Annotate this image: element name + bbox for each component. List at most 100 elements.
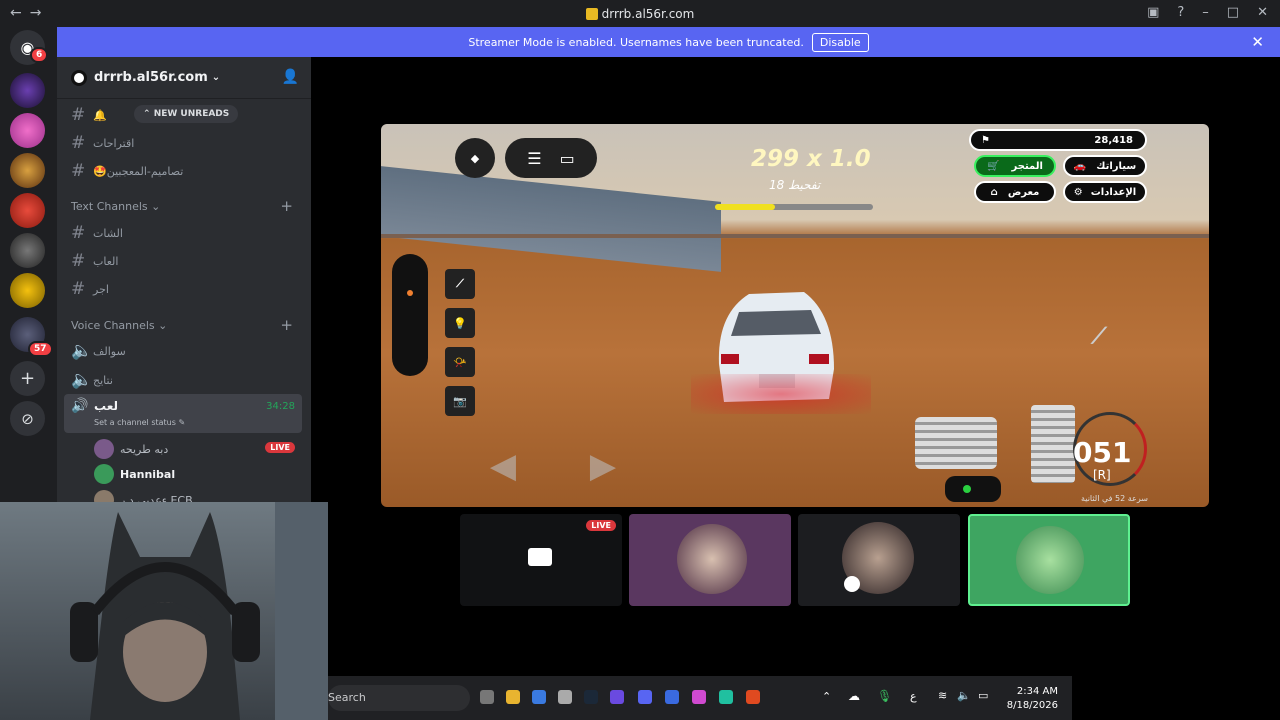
toggle-switch[interactable]: [945, 476, 1001, 502]
text-channels-category[interactable]: Text Channels ⌄ +: [71, 197, 301, 215]
screen-icon: [528, 548, 552, 566]
speaker-active-icon: 🔊: [71, 398, 89, 414]
game-horizon: [381, 234, 1209, 238]
help-icon[interactable]: ?: [1177, 5, 1184, 20]
channel-ajr[interactable]: # اجر: [71, 279, 301, 299]
server-icon-drrrb[interactable]: [10, 273, 45, 308]
horn-icon[interactable]: 📯: [445, 347, 475, 377]
app-icon[interactable]: [692, 690, 706, 704]
volume-icon[interactable]: 🔈: [957, 689, 971, 702]
tile-screen-share[interactable]: LIVE: [460, 514, 622, 606]
wifi-icon[interactable]: ≋: [938, 689, 947, 702]
active-voice-channel[interactable]: 🔊 لعب 34:28 Set a channel status ✎: [64, 394, 302, 433]
close-window-button[interactable]: ✕: [1257, 5, 1268, 20]
server-icon-5[interactable]: [10, 233, 45, 268]
add-channel-icon[interactable]: +: [280, 316, 293, 334]
minimize-button[interactable]: –: [1202, 5, 1209, 20]
voice-channel-chat[interactable]: 🔈 سوالف: [71, 341, 301, 361]
menu-icon[interactable]: ☰: [527, 149, 541, 168]
cloud-icon[interactable]: ☁: [848, 689, 860, 703]
voice-user[interactable]: دبه طريحه: [94, 439, 168, 459]
store-button[interactable]: 🛒 المتجر: [974, 155, 1056, 177]
stream-video[interactable]: ◆ ☰ ▭ 299 x 1.0 تفحيط 18 ⚑ 28,418 🛒 المتجر …: [381, 124, 1209, 507]
hash-icon: #: [71, 105, 86, 125]
handbrake-icon[interactable]: ⟋: [445, 269, 475, 299]
add-channel-icon[interactable]: +: [280, 197, 293, 215]
slider-knob[interactable]: [407, 290, 413, 296]
server-header[interactable]: drrrb.al56r.com ⌄ 👤: [57, 57, 311, 99]
site-icon: [585, 8, 598, 20]
brake-pedal[interactable]: [915, 417, 997, 469]
tile-participant-2[interactable]: [629, 514, 791, 606]
showroom-button[interactable]: ⌂ معرض: [974, 181, 1056, 203]
steam-icon[interactable]: [584, 690, 598, 704]
server-icon-3[interactable]: [10, 153, 45, 188]
light-icon[interactable]: 💡: [445, 308, 475, 338]
gas-pedal[interactable]: [1031, 405, 1075, 483]
explore-button[interactable]: ⊘: [10, 401, 45, 436]
throttle-slider[interactable]: [392, 254, 428, 376]
tile-participant-speaking[interactable]: [968, 514, 1130, 606]
hash-icon: #: [71, 251, 86, 271]
tile-participant-3[interactable]: [798, 514, 960, 606]
server-icon-1[interactable]: [10, 73, 45, 108]
inbox-icon[interactable]: ▣: [1147, 5, 1159, 20]
avatar: [677, 524, 747, 594]
home-badge: 6: [30, 47, 49, 63]
live-badge: LIVE: [265, 442, 295, 453]
channel-fan-designs[interactable]: # 🤩تصاميم-المعجبين: [71, 161, 301, 181]
window-title: drrrb.al56r.com: [0, 7, 1280, 21]
voice-channels-category[interactable]: Voice Channels ⌄ +: [71, 316, 301, 334]
chat-icon[interactable]: ▭: [560, 149, 575, 168]
hash-icon: #: [71, 133, 86, 153]
voice-channel-results[interactable]: 🔈 نتايج: [71, 370, 301, 390]
roblox-icon[interactable]: ◆: [455, 138, 495, 178]
showroom-icon: ⌂: [990, 186, 998, 198]
menu-chat-buttons[interactable]: ☰ ▭: [505, 138, 597, 178]
channel-games[interactable]: # العاب: [71, 251, 301, 271]
clock[interactable]: 2:34 AM 8/18/2026: [1007, 685, 1058, 713]
maximize-button[interactable]: □: [1227, 5, 1239, 20]
taskbar-search[interactable]: Search: [328, 685, 470, 711]
new-unreads-pill[interactable]: ⌃ NEW UNREADS: [134, 105, 239, 123]
channel-chat[interactable]: # الشات: [71, 223, 301, 243]
steer-right-icon[interactable]: ▶: [581, 444, 625, 488]
drift-progress-fill: [715, 204, 776, 210]
app-icon[interactable]: [610, 690, 624, 704]
file-explorer-icon[interactable]: [506, 690, 520, 704]
app-icon[interactable]: [665, 690, 679, 704]
task-view-icon[interactable]: [480, 690, 494, 704]
live-badge: LIVE: [586, 520, 616, 531]
brave-icon[interactable]: [746, 690, 760, 704]
cars-button[interactable]: 🚗 سياراتك: [1063, 155, 1147, 177]
camera-icon[interactable]: 📷: [445, 386, 475, 416]
channel-status[interactable]: Set a channel status ✎: [94, 418, 185, 427]
app-icon[interactable]: [558, 690, 572, 704]
hash-icon: #: [71, 223, 86, 243]
battery-icon[interactable]: ▭: [978, 689, 988, 702]
avatar: [94, 490, 114, 502]
voice-user[interactable]: Hannibal: [94, 464, 175, 484]
server-icon-fastboost[interactable]: [10, 113, 45, 148]
microphone-icon[interactable]: 🎙: [877, 689, 892, 703]
language-indicator[interactable]: ع: [910, 690, 917, 703]
speaker-icon: 🔈: [71, 341, 93, 361]
gear-readout: [R]: [1093, 468, 1111, 482]
store-icon[interactable]: [532, 690, 546, 704]
cart-icon: 🛒: [987, 160, 1000, 172]
disable-button[interactable]: Disable: [811, 32, 869, 52]
discord-icon[interactable]: [638, 690, 652, 704]
tray-chevron-icon[interactable]: ⌃: [822, 690, 831, 703]
settings-button[interactable]: ⚙ الإعدادات: [1063, 181, 1147, 203]
voice-user[interactable]: ءعدبي ڍ ر ECB: [94, 490, 193, 502]
server7-badge: 57: [28, 341, 53, 357]
server-icon-4[interactable]: [10, 193, 45, 228]
steer-left-icon[interactable]: ◀: [481, 444, 525, 488]
app-icon[interactable]: [719, 690, 733, 704]
invite-people-icon[interactable]: 👤: [282, 69, 299, 85]
banner-text: Streamer Mode is enabled. Usernames have…: [468, 35, 804, 49]
channel-suggestions[interactable]: # اقتراحات: [71, 133, 301, 153]
add-server-button[interactable]: +: [10, 361, 45, 396]
close-icon[interactable]: ✕: [1251, 33, 1264, 51]
handbrake-lever-icon[interactable]: ⟋: [1071, 319, 1127, 353]
